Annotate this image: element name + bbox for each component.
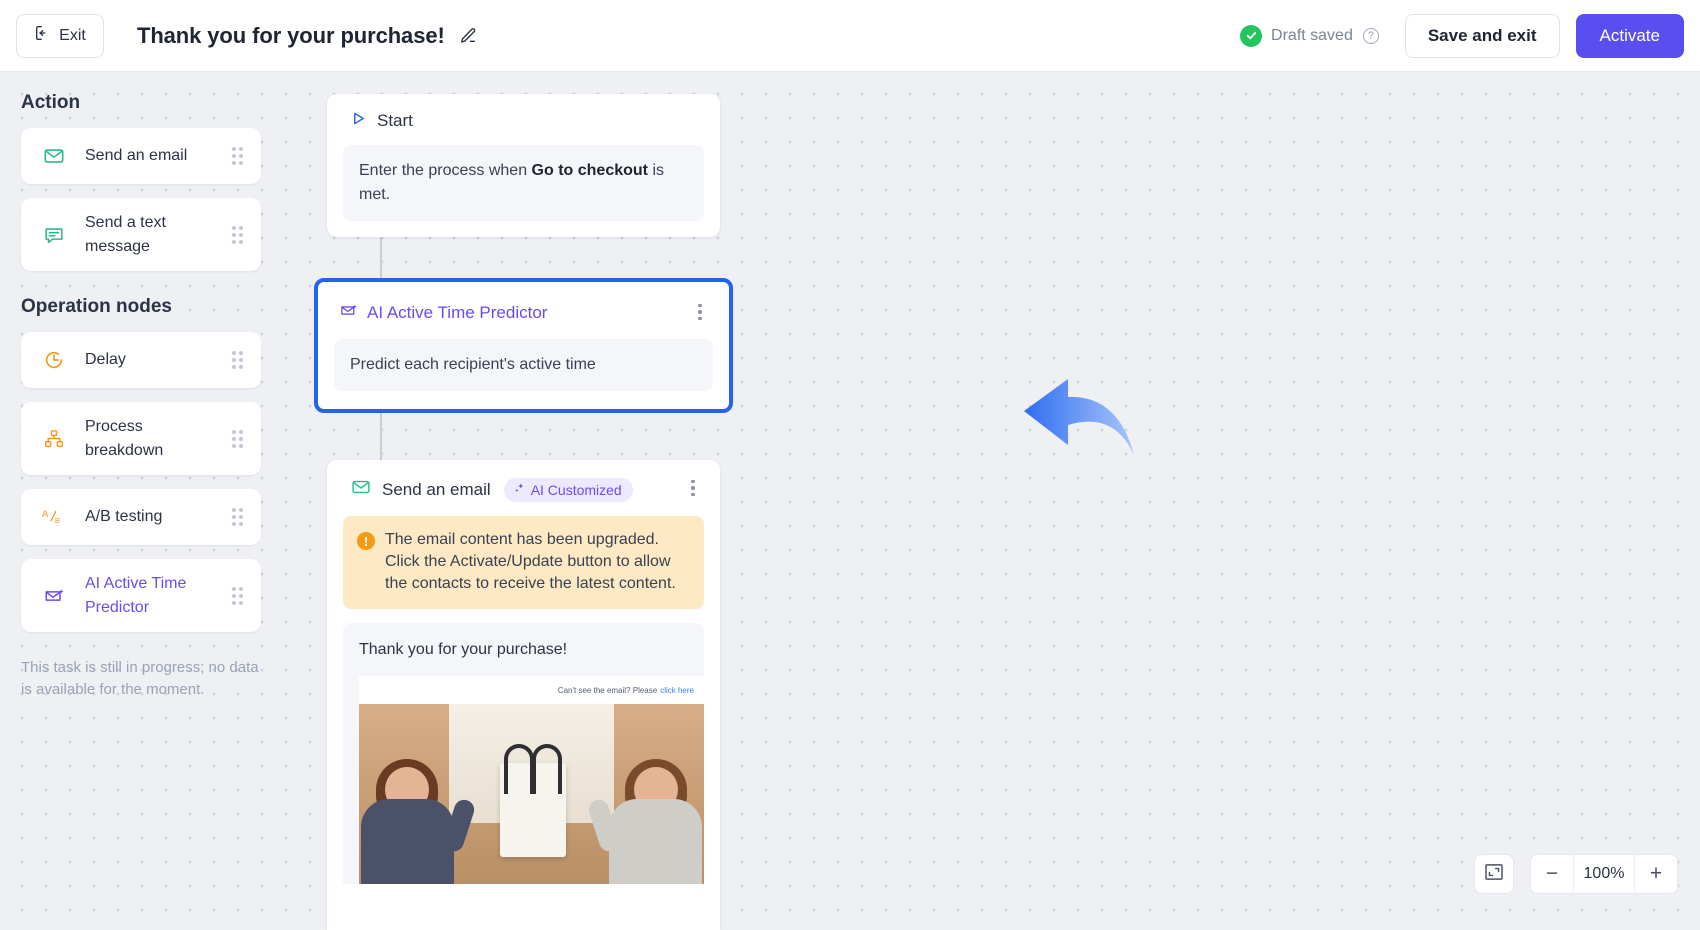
palette-item-label: Process breakdown xyxy=(85,417,164,459)
palette-item-delay[interactable]: Delay xyxy=(21,332,261,388)
email-preview-container[interactable]: Thank you for your purchase! Can't see t… xyxy=(343,623,704,884)
email-preview-subject: Thank you for your purchase! xyxy=(359,641,568,658)
clock-icon xyxy=(41,349,67,371)
top-toolbar: Exit Thank you for your purchase! Draft … xyxy=(0,0,1700,72)
exit-icon xyxy=(34,24,52,47)
flow-node-send-an-email[interactable]: Send an email AI Customized ! The email … xyxy=(327,460,720,930)
exit-label: Exit xyxy=(59,26,86,44)
message-bubble-icon xyxy=(41,224,67,246)
email-preview-banner: Can't see the email? Please click here xyxy=(359,676,704,704)
draft-status-label: Draft saved xyxy=(1271,26,1353,44)
svg-text:A: A xyxy=(42,508,49,519)
palette-item-label: Send an email xyxy=(85,147,188,164)
email-upgrade-warning: ! The email content has been upgraded. C… xyxy=(343,516,704,609)
palette-item-ab-testing[interactable]: A B A/B testing xyxy=(21,489,261,545)
sparkle-icon xyxy=(513,482,526,498)
palette-item-label: A/B testing xyxy=(85,508,163,525)
zoom-out-button[interactable]: − xyxy=(1531,855,1573,893)
palette-section-heading-operation-nodes: Operation nodes xyxy=(21,296,172,317)
flow-node-title: Send an email xyxy=(382,479,491,499)
save-and-exit-button[interactable]: Save and exit xyxy=(1404,13,1560,58)
drag-handle[interactable] xyxy=(232,429,243,448)
node-palette-sidebar: Action Send an email Send a text message xyxy=(0,72,283,924)
top-toolbar-actions: Draft saved ? Save and exit Activate xyxy=(1240,13,1700,58)
warning-icon: ! xyxy=(357,532,375,550)
email-preview-banner-text: Can't see the email? Please xyxy=(557,685,658,695)
palette-item-label: Delay xyxy=(85,351,126,368)
start-condition-prefix: Enter the process when xyxy=(359,162,532,179)
flow-node-title: AI Active Time Predictor xyxy=(367,303,548,322)
flow-node-header: Start xyxy=(327,94,720,131)
sidebar-status-note: This task is still in progress; no data … xyxy=(21,659,259,698)
palette-item-label: Send a text message xyxy=(85,213,166,255)
palette-section-heading-action: Action xyxy=(21,92,81,113)
page-title: Thank you for your purchase! xyxy=(137,22,445,48)
draft-status: Draft saved ? xyxy=(1240,24,1379,47)
ai-envelope-icon xyxy=(41,585,67,607)
zoom-level-value: 100% xyxy=(1573,855,1635,893)
flow-node-title: Start xyxy=(377,111,413,130)
annotation-arrow-icon xyxy=(1024,379,1134,455)
svg-text:B: B xyxy=(55,516,60,525)
flow-node-inner: AI Active Time Predictor Predict each re… xyxy=(320,284,727,391)
zoom-controls: − 100% + xyxy=(1474,854,1678,894)
flow-node-header: AI Active Time Predictor xyxy=(320,284,727,325)
flow-node-start-body: Enter the process when Go to checkout is… xyxy=(343,145,704,221)
workflow-canvas[interactable]: Action Send an email Send a text message xyxy=(0,72,1700,930)
start-condition-event: Go to checkout xyxy=(531,162,648,179)
drag-handle[interactable] xyxy=(232,225,243,244)
flow-node-start[interactable]: Start Enter the process when Go to check… xyxy=(327,94,720,237)
drag-handle[interactable] xyxy=(232,147,243,165)
activate-button[interactable]: Activate xyxy=(1575,13,1684,58)
fit-to-screen-button[interactable] xyxy=(1474,854,1514,894)
exit-button[interactable]: Exit xyxy=(16,13,104,58)
help-icon[interactable]: ? xyxy=(1362,27,1379,44)
ai-customized-badge[interactable]: AI Customized xyxy=(503,477,633,502)
fit-to-screen-icon xyxy=(1484,862,1504,887)
palette-item-send-a-text-message[interactable]: Send a text message xyxy=(21,198,261,271)
drag-handle[interactable] xyxy=(232,586,243,605)
play-triangle-icon xyxy=(351,111,366,131)
ai-customized-badge-label: AI Customized xyxy=(530,481,622,498)
pencil-icon[interactable] xyxy=(458,26,478,46)
drag-handle[interactable] xyxy=(232,351,243,369)
envelope-icon xyxy=(41,145,67,167)
palette-item-ai-active-time-predictor[interactable]: AI Active Time Predictor xyxy=(21,559,261,632)
email-preview-thumbnail: Can't see the email? Please click here xyxy=(359,676,704,884)
palette-item-process-breakdown[interactable]: Process breakdown xyxy=(21,402,261,475)
check-circle-icon xyxy=(1240,24,1263,47)
zoom-in-button[interactable]: + xyxy=(1635,855,1677,893)
hierarchy-icon xyxy=(41,428,67,450)
palette-item-send-an-email[interactable]: Send an email xyxy=(21,128,261,184)
flow-node-ai-active-time-predictor[interactable]: AI Active Time Predictor Predict each re… xyxy=(314,278,733,413)
drag-handle[interactable] xyxy=(232,508,243,526)
palette-item-label: AI Active Time Predictor xyxy=(85,574,187,616)
email-upgrade-warning-text: The email content has been upgraded. Cli… xyxy=(385,531,676,592)
more-options-icon[interactable] xyxy=(690,301,710,323)
flow-node-header: Send an email AI Customized xyxy=(327,460,720,502)
flow-node-predictor-body: Predict each recipient's active time xyxy=(334,339,713,391)
ai-envelope-icon xyxy=(339,301,359,325)
more-options-icon[interactable] xyxy=(683,477,703,499)
envelope-icon xyxy=(351,477,371,502)
ab-test-icon: A B xyxy=(41,507,67,527)
email-preview-banner-link[interactable]: click here xyxy=(660,686,694,695)
zoom-level-group: − 100% + xyxy=(1530,854,1678,894)
email-hero-image xyxy=(359,704,704,884)
